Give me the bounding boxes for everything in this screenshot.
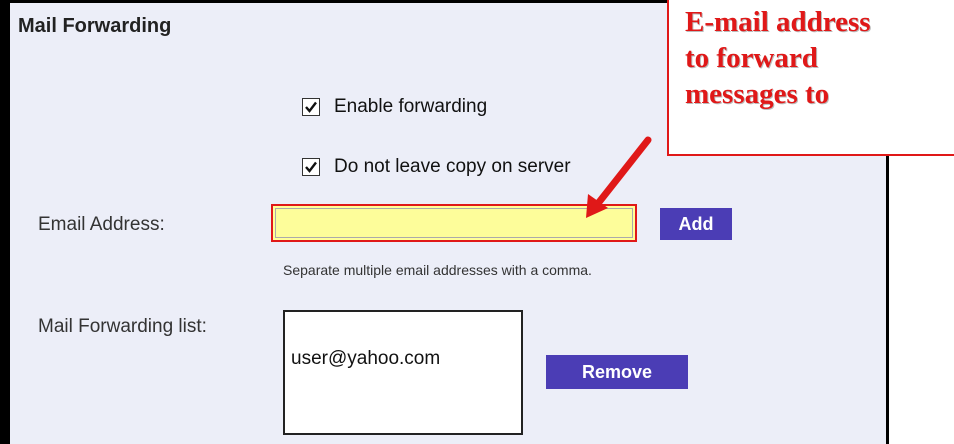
forwarding-list-label: Mail Forwarding list: (38, 316, 207, 337)
left-border (0, 0, 10, 444)
check-icon (305, 101, 317, 113)
remove-button[interactable]: Remove (546, 355, 688, 389)
add-button[interactable]: Add (660, 208, 732, 240)
enable-forwarding-row[interactable]: Enable forwarding (302, 96, 487, 118)
email-hint: Separate multiple email addresses with a… (283, 262, 592, 278)
panel-title: Mail Forwarding (18, 15, 172, 37)
enable-forwarding-checkbox[interactable] (302, 98, 320, 116)
email-address-label: Email Address: (38, 214, 165, 235)
annotation-arrow-icon (586, 136, 652, 218)
callout-text: E-mail address to forward messages to (685, 6, 871, 110)
enable-forwarding-label: Enable forwarding (334, 96, 488, 117)
annotation-callout: E-mail address to forward messages to (667, 0, 954, 156)
no-copy-row[interactable]: Do not leave copy on server (302, 156, 571, 178)
check-icon (305, 161, 317, 173)
no-copy-label: Do not leave copy on server (334, 156, 571, 177)
forwarding-list[interactable]: user@yahoo.com (283, 310, 523, 435)
list-item[interactable]: user@yahoo.com (291, 348, 440, 370)
screenshot-frame: Mail Forwarding Enable forwarding Do not… (0, 0, 954, 444)
no-copy-checkbox[interactable] (302, 158, 320, 176)
